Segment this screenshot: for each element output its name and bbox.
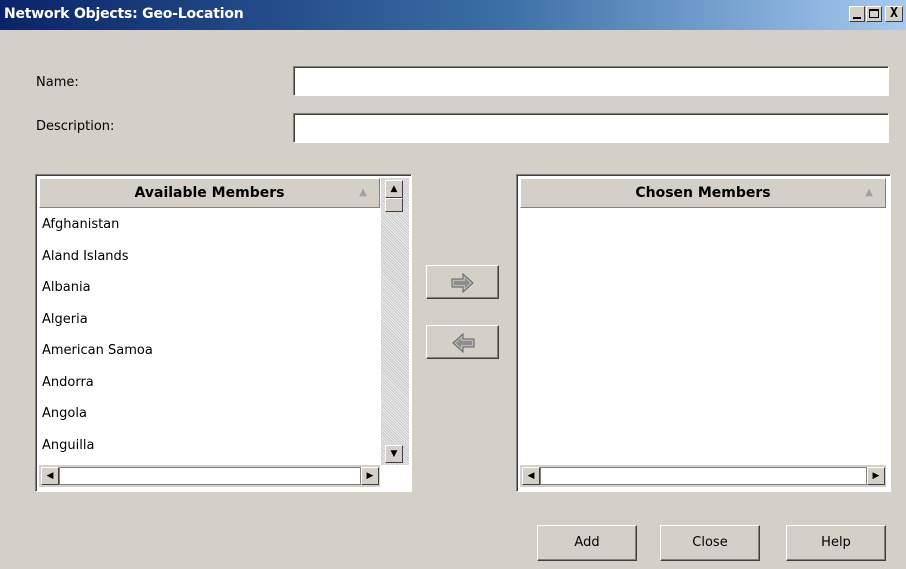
- name-input[interactable]: [293, 66, 889, 96]
- scroll-right-icon: ▶: [366, 471, 374, 481]
- list-item[interactable]: Afghanistan: [39, 209, 380, 241]
- move-left-button[interactable]: [426, 325, 499, 359]
- scroll-down-icon: ▼: [390, 449, 398, 459]
- available-members-items: Afghanistan Aland Islands Albania Algeri…: [39, 209, 380, 459]
- chosen-horizontal-scrollbar[interactable]: ◀ ▶: [520, 465, 886, 487]
- scroll-thumb[interactable]: [385, 198, 403, 212]
- title-bar[interactable]: Network Objects: Geo-Location X: [0, 0, 906, 30]
- scroll-up-icon: ▲: [390, 184, 398, 194]
- scroll-left-icon: ◀: [46, 471, 54, 481]
- list-item[interactable]: American Samoa: [39, 335, 380, 367]
- window-title: Network Objects: Geo-Location: [4, 6, 244, 22]
- scroll-left-icon: ◀: [527, 471, 535, 481]
- description-input[interactable]: [293, 113, 889, 143]
- move-right-button[interactable]: [426, 265, 499, 299]
- minimize-button[interactable]: [849, 6, 865, 22]
- right-arrow-icon: [451, 273, 474, 293]
- scroll-right-icon: ▶: [872, 471, 880, 481]
- sort-ascending-icon: ▲: [359, 187, 367, 198]
- chosen-members-header-label: Chosen Members: [635, 185, 771, 201]
- sort-ascending-icon: ▲: [865, 187, 873, 198]
- name-label: Name:: [36, 75, 79, 90]
- scroll-right-button[interactable]: ▶: [867, 467, 885, 485]
- chosen-members-header[interactable]: Chosen Members ▲: [520, 178, 886, 208]
- list-item[interactable]: Algeria: [39, 304, 380, 336]
- available-members-list[interactable]: Available Members ▲ Afghanistan Aland Is…: [35, 174, 412, 492]
- scroll-right-button[interactable]: ▶: [361, 467, 379, 485]
- help-button[interactable]: Help: [786, 525, 886, 561]
- list-item[interactable]: Aland Islands: [39, 241, 380, 273]
- scroll-track[interactable]: [59, 467, 361, 485]
- scroll-down-button[interactable]: ▼: [385, 445, 403, 463]
- available-members-header-label: Available Members: [134, 185, 285, 201]
- close-icon: X: [890, 6, 898, 21]
- scroll-track[interactable]: [540, 467, 867, 485]
- available-vertical-scrollbar[interactable]: ▲ ▼: [381, 178, 409, 465]
- add-button[interactable]: Add: [537, 525, 637, 561]
- maximize-icon: [869, 9, 879, 18]
- list-item[interactable]: Anguilla: [39, 430, 380, 460]
- chosen-members-list[interactable]: Chosen Members ▲ ◀ ▶: [516, 174, 891, 492]
- list-item[interactable]: Angola: [39, 398, 380, 430]
- available-horizontal-scrollbar[interactable]: ◀ ▶: [39, 465, 380, 487]
- description-label: Description:: [36, 119, 115, 134]
- scroll-left-button[interactable]: ◀: [41, 467, 59, 485]
- list-item[interactable]: Andorra: [39, 367, 380, 399]
- left-arrow-icon: [452, 333, 475, 353]
- list-item[interactable]: Albania: [39, 272, 380, 304]
- available-members-header[interactable]: Available Members ▲: [39, 178, 380, 208]
- scroll-up-button[interactable]: ▲: [385, 180, 403, 198]
- maximize-button[interactable]: [866, 6, 882, 22]
- scroll-left-button[interactable]: ◀: [522, 467, 540, 485]
- close-button[interactable]: Close: [660, 525, 760, 561]
- minimize-icon: [853, 17, 861, 19]
- close-window-button[interactable]: X: [885, 6, 903, 22]
- geo-location-window: Network Objects: Geo-Location X Name: De…: [0, 0, 906, 569]
